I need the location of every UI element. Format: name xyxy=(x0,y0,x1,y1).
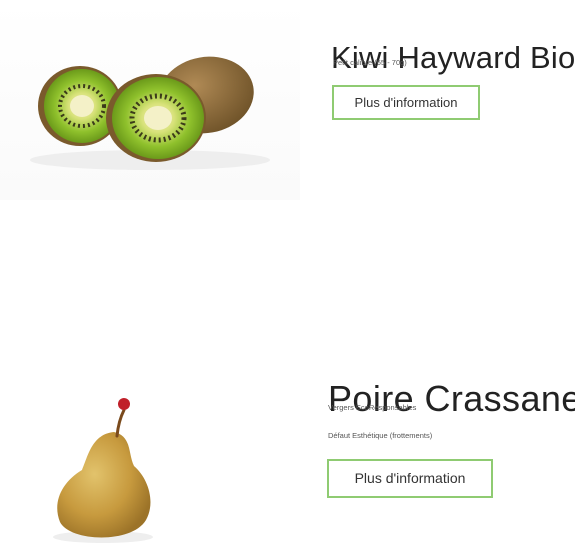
product-card-kiwi: Kiwi Hayward Bio Petit calibre (65 - 70g… xyxy=(0,0,575,200)
product-detail: Défaut Esthétique (frottements) xyxy=(328,431,433,440)
kiwi-image xyxy=(0,0,300,200)
product-title: Poire Crassane xyxy=(328,377,575,419)
product-card-pear: Poire Crassane Vergers EcoResponsables D… xyxy=(0,330,575,545)
kiwi-illustration xyxy=(30,56,270,170)
more-info-button[interactable]: Plus d'information xyxy=(327,459,493,498)
product-detail: Vergers EcoResponsables xyxy=(328,403,417,412)
pear-image xyxy=(0,370,200,550)
more-info-button[interactable]: Plus d'information xyxy=(332,85,480,120)
product-detail: Petit calibre (65 - 70g) xyxy=(333,58,407,67)
pear-illustration xyxy=(53,398,153,543)
